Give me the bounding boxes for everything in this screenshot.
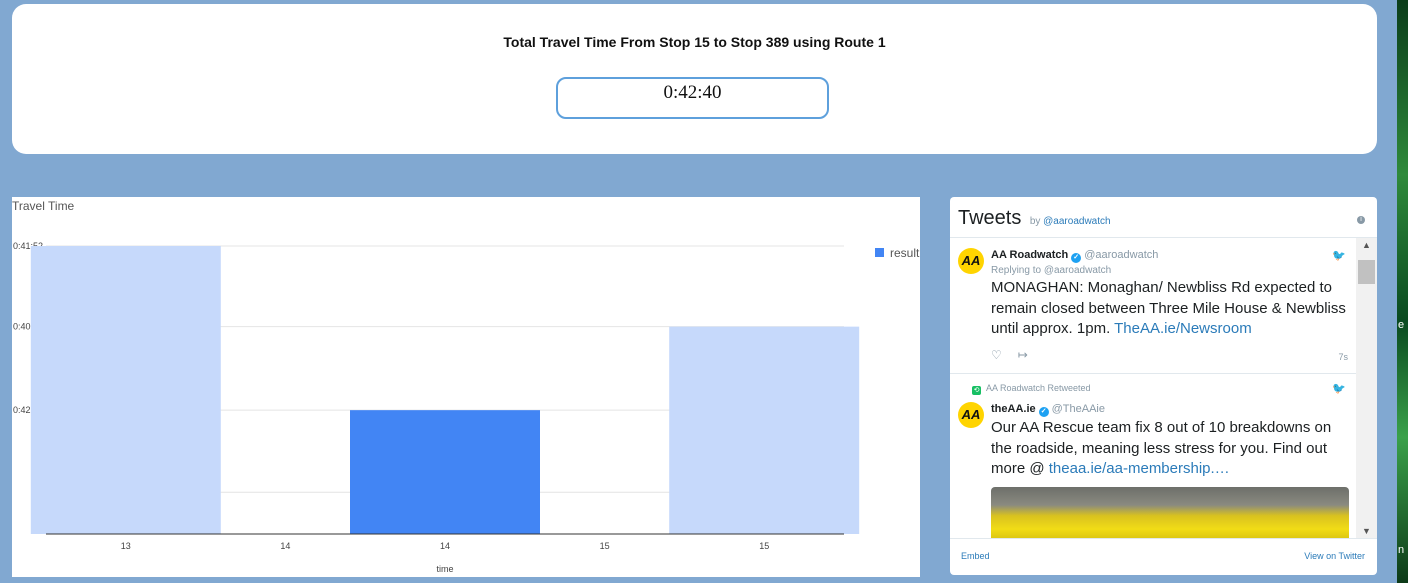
reply-context: Replying to @aaroadwatch [991, 265, 1112, 276]
tweet-item[interactable]: AA AA Roadwatch ✓ @aaroadwatch 🐦 Replying … [950, 238, 1356, 374]
tweet-handle: @TheAAie [1051, 403, 1105, 415]
x-tick-label: 14 [280, 541, 290, 551]
edge-letter-2: n [1398, 544, 1405, 556]
like-heart-icon[interactable]: ♡ [991, 348, 1002, 362]
twitter-bird-icon[interactable]: 🐦 [1332, 249, 1346, 262]
verified-icon: ✓ [1071, 253, 1082, 263]
tweets-by-handle-link[interactable]: @aaroadwatch [1043, 216, 1110, 227]
tweet-author[interactable]: AA Roadwatch ✓ @aaroadwatch [991, 249, 1158, 263]
tweet-item[interactable]: ⟲ AA Roadwatch Retweeted 🐦 AA theAA.ie ✓ @T… [950, 374, 1356, 538]
chart-bar-4 [669, 326, 860, 534]
tweet-handle: @aaroadwatch [1084, 249, 1159, 261]
tweets-scrollbar[interactable]: ▲ ▼ [1356, 238, 1377, 538]
verified-icon: ✓ [1038, 407, 1049, 417]
tweet-text: Our AA Rescue team fix 8 out of 10 break… [991, 419, 1332, 477]
tweet-media-image[interactable] [991, 487, 1349, 538]
tweets-by: by @aaroadwatch [1029, 216, 1111, 227]
chart-bar-0 [30, 246, 221, 534]
tweets-footer: Embed View on Twitter [950, 538, 1377, 575]
chart-plot: 0:41:520:40:480:42:4013 14 14 15 15time [13, 241, 860, 574]
tweet-link[interactable]: TheAA.ie/Newsroom [1114, 320, 1252, 337]
embed-link[interactable]: Embed [961, 551, 990, 561]
view-on-twitter-link[interactable]: View on Twitter [1304, 551, 1365, 561]
x-axis-label: time [436, 564, 453, 574]
avatar[interactable]: AA [958, 248, 984, 274]
twitter-bird-icon[interactable]: 🐦 [1332, 382, 1346, 395]
reply-handle-link[interactable]: @aaroadwatch [1044, 265, 1111, 276]
summary-card: Total Travel Time From Stop 15 to Stop 3… [12, 4, 1377, 154]
retweet-context: ⟲ AA Roadwatch Retweeted [972, 383, 1091, 395]
avatar[interactable]: AA [958, 402, 984, 428]
travel-time-chart: Travel Time result 0:41:52 0:40:48 0:42:40… [12, 197, 920, 577]
scrollbar-thumb[interactable] [1358, 260, 1375, 284]
tweets-widget: Tweets by @aaroadwatch i AA AA Roadwatch… [950, 197, 1377, 575]
tweet-link[interactable]: theaa.ie/aa-membership.… [1049, 460, 1230, 477]
tweets-timeline[interactable]: AA AA Roadwatch ✓ @aaroadwatch 🐦 Replying … [950, 238, 1356, 538]
info-icon[interactable]: i [1357, 216, 1365, 224]
tweets-title: Tweets [958, 207, 1022, 229]
x-tick-label: 15 [600, 541, 610, 551]
tweet-text: MONAGHAN: Monaghan/ Newbliss Rd expected… [991, 279, 1346, 337]
edge-letter-1: e [1398, 319, 1405, 331]
travel-summary-title: Total Travel Time From Stop 15 to Stop 3… [503, 34, 886, 50]
scroll-up-arrow-icon[interactable]: ▲ [1362, 240, 1371, 250]
tweets-header: Tweets by @aaroadwatch [958, 207, 1111, 230]
tweet-author[interactable]: theAA.ie ✓ @TheAAie [991, 403, 1105, 417]
chart-bar-2 [350, 410, 540, 534]
share-icon[interactable]: ↦ [1018, 348, 1028, 362]
tweet-time[interactable]: 7s [1338, 352, 1348, 362]
x-tick-label: 15 [759, 541, 769, 551]
tweet-actions: ♡ ↦ [991, 348, 1044, 362]
total-time-display[interactable]: 0:42:40 [556, 77, 829, 119]
scroll-down-arrow-icon[interactable]: ▼ [1362, 526, 1371, 536]
retweet-icon: ⟲ [972, 386, 981, 395]
x-tick-label: 14 [440, 541, 450, 551]
x-tick-label: 13 [121, 541, 131, 551]
background-edge [1397, 0, 1408, 583]
